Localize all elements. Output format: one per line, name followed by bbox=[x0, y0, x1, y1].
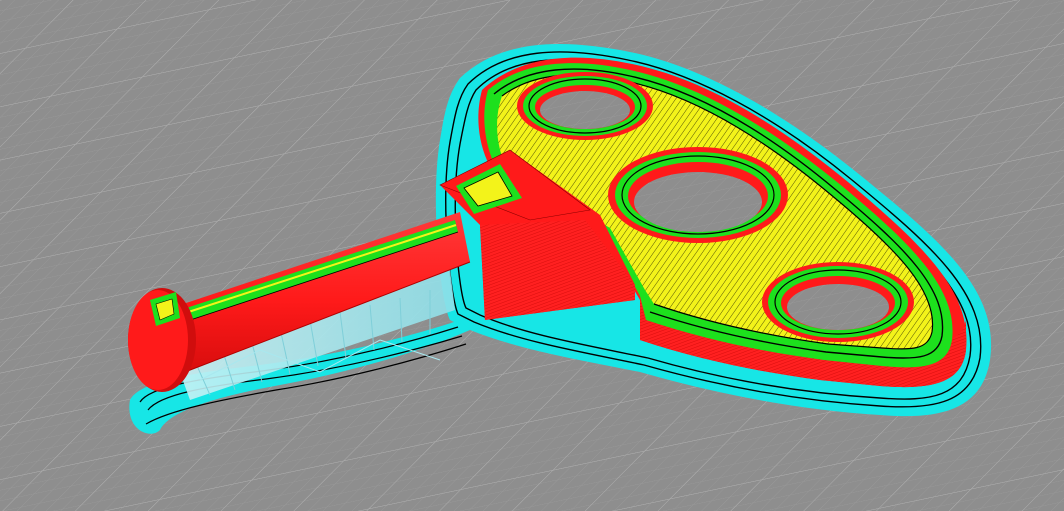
build-plate-scene[interactable] bbox=[0, 0, 1064, 511]
layer-preview-viewport[interactable] bbox=[0, 0, 1064, 511]
shaft-end-cap bbox=[128, 288, 196, 392]
plate-hole-2 bbox=[608, 147, 788, 243]
plate-hole-3 bbox=[762, 262, 914, 342]
plate-hole-1 bbox=[517, 72, 653, 140]
